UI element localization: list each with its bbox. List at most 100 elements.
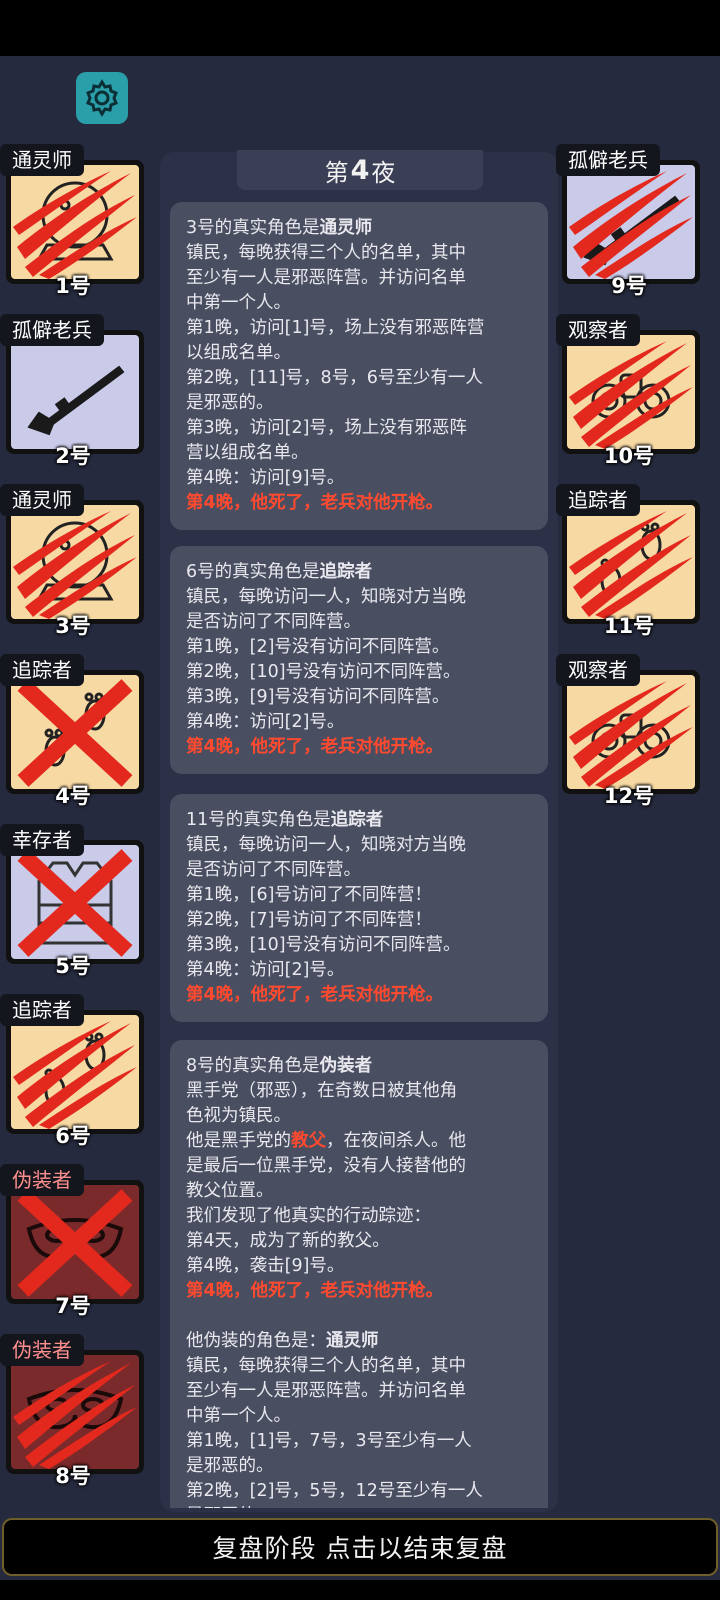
report-line: 第2晚，[10]号没有访问不同阵营。 <box>186 660 532 685</box>
role-label: 观察者 <box>556 654 640 686</box>
player-portrait <box>6 330 144 454</box>
text-text: 第1晚，[1]号，7号，3号至少有一人 是邪恶的。 <box>186 1431 472 1476</box>
report-line: 第1晚，[2]号没有访问不同阵营。 <box>186 635 532 660</box>
report-line: 他是黑手党的教父，在夜间杀人。他 是最后一位黑手党，没有人接替他的 教父位置。 <box>186 1129 532 1204</box>
seat-number: 2号 <box>55 444 91 468</box>
pre-text: 3号的真实角色是 <box>186 218 320 238</box>
seat-number: 12号 <box>603 784 655 808</box>
player-portrait <box>6 840 144 964</box>
report-line: 第3晚，[9]号没有访问不同阵营。 <box>186 685 532 710</box>
player-portrait <box>562 500 700 624</box>
text-text: 第4晚：访问[2]号。 <box>186 712 345 732</box>
report-card: 3号的真实角色是通灵师 镇民，每晚获得三个人的名单，其中 至少有一人是邪恶阵营。并… <box>170 202 548 530</box>
seat-number: 11号 <box>603 614 655 638</box>
death-text: 第4晚，他死了，老兵对他开枪。 <box>186 737 444 757</box>
player-card[interactable]: 通灵师 1号 <box>0 144 146 298</box>
report-line: 第1晚，访问[1]号，场上没有邪恶阵营 以组成名单。 <box>186 316 532 366</box>
text-text: 第1晚，[6]号访问了不同阵营！ <box>186 885 432 905</box>
night-number: 4 <box>350 154 370 186</box>
status-bar <box>0 0 720 56</box>
report-line: 镇民，每晚获得三个人的名单，其中 至少有一人是邪恶阵营。并访问名单 中第一个人。 <box>186 1354 532 1429</box>
text-text: 镇民，每晚获得三个人的名单，其中 至少有一人是邪恶阵营。并访问名单 中第一个人。 <box>186 243 466 313</box>
report-line: 第3晚，访问[2]号，场上没有邪恶阵 营以组成名单。 <box>186 416 532 466</box>
text-text: 第2晚，[11]号，8号，6号至少有一人 是邪恶的。 <box>186 368 483 413</box>
report-line: 第4晚：访问[9]号。 <box>186 466 532 491</box>
player-card[interactable]: 观察者 10号 <box>556 314 702 468</box>
seat-number: 3号 <box>55 614 91 638</box>
role-label: 追踪者 <box>0 994 84 1026</box>
player-card[interactable]: 追踪者 11号 <box>556 484 702 638</box>
night-title: 第4夜 <box>237 150 483 190</box>
claw-mark-icon <box>569 171 693 279</box>
pre-text: 11号的真实角色是 <box>186 810 331 830</box>
seat-number: 7号 <box>55 1294 91 1318</box>
role-label: 伪装者 <box>0 1334 84 1366</box>
report-card: 6号的真实角色是追踪者镇民，每晚访问一人，知晓对方当晚 是否访问了不同阵营。第1… <box>170 546 548 774</box>
player-card[interactable]: 通灵师 3号 <box>0 484 146 638</box>
report-line: 黑手党（邪恶），在奇数日被其他角 色视为镇民。 <box>186 1079 532 1129</box>
report-line: 第1晚，[1]号，7号，3号至少有一人 是邪恶的。 <box>186 1429 532 1479</box>
hl-text: 伪装者 <box>319 1056 373 1076</box>
seat-number: 6号 <box>55 1124 91 1148</box>
player-portrait <box>562 330 700 454</box>
player-card[interactable]: 追踪者 4号 <box>0 654 146 808</box>
report-line: 第1晚，[6]号访问了不同阵营！ <box>186 883 532 908</box>
hl-text: 追踪者 <box>319 562 373 582</box>
report-line: 第4晚：访问[2]号。 <box>186 710 532 735</box>
seat-number: 10号 <box>603 444 655 468</box>
player-portrait <box>6 1350 144 1474</box>
text-text: 镇民，每晚访问一人，知晓对方当晚 是否访问了不同阵营。 <box>186 835 466 880</box>
report-line: 第2晚，[11]号，8号，6号至少有一人 是邪恶的。 <box>186 366 532 416</box>
player-card[interactable]: 幸存者 5号 <box>0 824 146 978</box>
claw-mark-icon <box>13 511 137 619</box>
system-nav-area <box>0 1580 720 1600</box>
rifle-icon <box>27 365 125 436</box>
report-card: 11号的真实角色是追踪者 镇民，每晚访问一人，知晓对方当晚 是否访问了不同阵营。第… <box>170 794 548 1022</box>
player-card[interactable]: 伪装者 7号 <box>0 1164 146 1318</box>
text-text: 第2晚，[7]号访问了不同阵营！ <box>186 910 432 930</box>
end-review-label: 复盘阶段 点击以结束复盘 <box>212 1534 508 1563</box>
cross-mark-icon <box>17 1189 133 1297</box>
report-line: 3号的真实角色是通灵师 <box>186 216 532 241</box>
text-text: 第4晚：访问[9]号。 <box>186 468 345 488</box>
role-label: 追踪者 <box>556 484 640 516</box>
report-line <box>186 1304 532 1329</box>
report-line: 镇民，每晚访问一人，知晓对方当晚 是否访问了不同阵营。 <box>186 833 532 883</box>
player-card[interactable]: 孤僻老兵 9号 <box>556 144 702 298</box>
pre-text: 6号的真实角色是 <box>186 562 320 582</box>
role-label: 伪装者 <box>0 1164 84 1196</box>
seat-number: 9号 <box>611 274 647 298</box>
pre-text: 他伪装的角色是： <box>186 1331 326 1351</box>
text-text: 第4天，成为了新的教父。 <box>186 1231 390 1251</box>
report-line: 我们发现了他真实的行动踪迹： <box>186 1204 532 1229</box>
report-feed[interactable]: 3号的真实角色是通灵师 镇民，每晚获得三个人的名单，其中 至少有一人是邪恶阵营。并… <box>168 202 552 1508</box>
end-review-button[interactable]: 复盘阶段 点击以结束复盘 <box>2 1518 718 1576</box>
text-text: 镇民，每晚获得三个人的名单，其中 至少有一人是邪恶阵营。并访问名单 中第一个人。 <box>186 1356 466 1426</box>
role-label: 追踪者 <box>0 654 84 686</box>
report-line: 他伪装的角色是：通灵师 <box>186 1329 532 1354</box>
text-text: 第1晚，[2]号没有访问不同阵营。 <box>186 637 450 657</box>
player-card[interactable]: 孤僻老兵 2号 <box>0 314 146 468</box>
hl-text: 通灵师 <box>319 218 373 238</box>
player-card[interactable]: 追踪者 6号 <box>0 994 146 1148</box>
seat-number: 5号 <box>55 954 91 978</box>
player-card[interactable]: 观察者 12号 <box>556 654 702 808</box>
claw-mark-icon <box>13 171 137 279</box>
report-card: 8号的真实角色是伪装者 黑手党（邪恶），在奇数日被其他角 色视为镇民。 他是黑手党的… <box>170 1040 548 1508</box>
pre-text: 8号的真实角色是 <box>186 1056 320 1076</box>
player-portrait <box>562 160 700 284</box>
text-text: 第4晚：访问[2]号。 <box>186 960 345 980</box>
hl-text: 通灵师 <box>326 1331 379 1351</box>
death-line: 第4晚，他死了，老兵对他开枪。 <box>186 983 532 1008</box>
player-card[interactable]: 伪装者 8号 <box>0 1334 146 1488</box>
report-line: 8号的真实角色是伪装者 <box>186 1054 532 1079</box>
player-portrait <box>6 160 144 284</box>
night-suffix: 夜 <box>371 158 396 187</box>
claw-mark-icon <box>569 511 693 619</box>
settings-button[interactable] <box>76 72 128 124</box>
player-portrait <box>6 1180 144 1304</box>
cross-mark-icon <box>17 849 133 957</box>
report-line: 第4晚，袭击[9]号。 <box>186 1254 532 1279</box>
player-portrait <box>6 670 144 794</box>
text-text: 镇民，每晚访问一人，知晓对方当晚 是否访问了不同阵营。 <box>186 587 466 632</box>
